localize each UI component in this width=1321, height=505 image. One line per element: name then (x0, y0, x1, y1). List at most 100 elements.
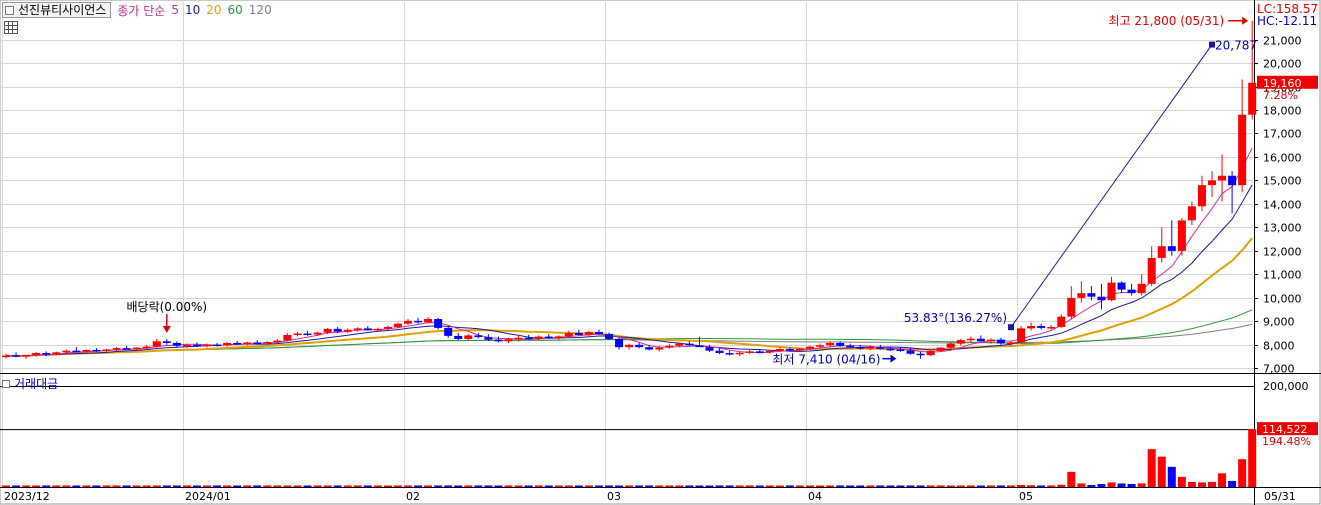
volume-bar (1137, 483, 1146, 487)
volume-bar (504, 485, 513, 487)
ma-period-5[interactable]: 5 (171, 3, 179, 17)
candle-body (152, 341, 161, 347)
candle-body (554, 336, 563, 338)
candle-body (1077, 293, 1086, 298)
candle-body (363, 328, 372, 331)
volume-bar (424, 485, 433, 487)
volume-bar (806, 485, 814, 487)
indicator-label[interactable]: 종가 단순 (117, 2, 165, 19)
candle-body (956, 340, 965, 344)
ma-period-120[interactable]: 120 (249, 3, 272, 17)
candle-body (665, 345, 674, 348)
candle-body (464, 335, 473, 339)
stock-chart-window: 21,00020,00019,00018,00017,00016,00015,0… (0, 0, 1321, 505)
ma-period-20[interactable]: 20 (206, 3, 221, 17)
volume-bar (826, 485, 835, 487)
volume-bar (1027, 485, 1036, 487)
candle-body (685, 343, 694, 346)
x-axis-end-label: 05/31 (1264, 490, 1296, 503)
checkbox-icon[interactable] (5, 5, 14, 15)
candle-body (846, 345, 855, 348)
volume-bar (1097, 483, 1106, 487)
candle-body (92, 349, 101, 352)
volume-bar (363, 485, 372, 487)
volume-bar (765, 485, 774, 487)
volume-bar (383, 485, 392, 487)
volume-bar (132, 485, 141, 487)
price-tick-label: 17,000 (1263, 128, 1302, 141)
volume-bar (755, 485, 764, 487)
volume-bar (283, 485, 292, 487)
grid-table-icon[interactable] (4, 21, 18, 34)
volume-bar (172, 485, 181, 487)
stock-name-box[interactable]: 선진뷰티사이언스 (2, 2, 112, 18)
price-tick-label: 12,000 (1263, 246, 1302, 259)
x-axis-label: 05 (1019, 490, 1033, 503)
candle-body (424, 318, 433, 323)
candle-body (243, 342, 252, 345)
low-annotation: 최저 7,410 (04/16) (772, 353, 880, 367)
candle-body (886, 348, 895, 351)
candle-body (474, 335, 483, 338)
candle-body (454, 335, 463, 339)
volume-bar (112, 485, 121, 487)
ma-period-10[interactable]: 10 (185, 3, 200, 17)
volume-bar (906, 485, 915, 487)
volume-bar (12, 485, 21, 487)
candle-body (816, 345, 825, 347)
candle-body (182, 344, 191, 347)
x-axis-label: 03 (607, 490, 621, 503)
volume-bar (72, 485, 81, 487)
price-tick-label: 13,000 (1263, 222, 1302, 235)
volume-bar (645, 485, 654, 487)
candle-body (434, 318, 443, 328)
candle-body (1047, 326, 1056, 329)
volume-bar (655, 485, 664, 487)
candle-body (1087, 293, 1096, 297)
candle-body (625, 344, 634, 348)
candle-body (745, 351, 754, 353)
volume-bar (1117, 483, 1126, 487)
candle-body (192, 344, 201, 347)
volume-bar (785, 485, 794, 487)
volume-bar (1107, 482, 1116, 487)
volume-bar (675, 485, 684, 487)
volume-bar (534, 485, 543, 487)
candle-body (936, 347, 945, 351)
volume-bar (484, 485, 493, 487)
volume-bar (956, 485, 965, 487)
candle-body (504, 339, 513, 342)
volume-bar (92, 485, 101, 487)
volume-bar (584, 485, 593, 487)
volume-panel-title[interactable]: 거래대금 (14, 375, 58, 392)
checkbox-icon[interactable] (2, 379, 10, 388)
volume-bar (373, 485, 382, 487)
candle-body (1067, 297, 1076, 317)
candle-body (524, 337, 533, 340)
trend-start-label: 53.83°(136.27%) (904, 311, 1007, 325)
volume-bar (594, 485, 603, 487)
chart-header: 선진뷰티사이언스 종가 단순 5 10 20 60 120 (2, 2, 272, 18)
candle-body (1177, 220, 1186, 251)
candle-body (795, 348, 804, 351)
volume-bar (243, 485, 252, 487)
volume-bar (293, 485, 302, 487)
volume-bar (1147, 449, 1156, 487)
volume-bar (1037, 485, 1046, 487)
volume-bar (1228, 480, 1237, 487)
volume-bar (213, 485, 222, 487)
candle-body (323, 328, 332, 333)
candle-body (785, 349, 794, 351)
candle-body (1218, 175, 1227, 181)
volume-bar (685, 485, 694, 487)
candle-body (203, 344, 211, 347)
candle-body (645, 347, 654, 350)
volume-bar (52, 485, 61, 487)
candle-body (876, 347, 885, 349)
volume-bar (1218, 473, 1227, 487)
volume-bar (1017, 484, 1026, 487)
candle-body (755, 351, 764, 353)
volume-bar (705, 485, 714, 487)
volume-bar (142, 485, 151, 487)
ma-period-60[interactable]: 60 (228, 3, 243, 17)
